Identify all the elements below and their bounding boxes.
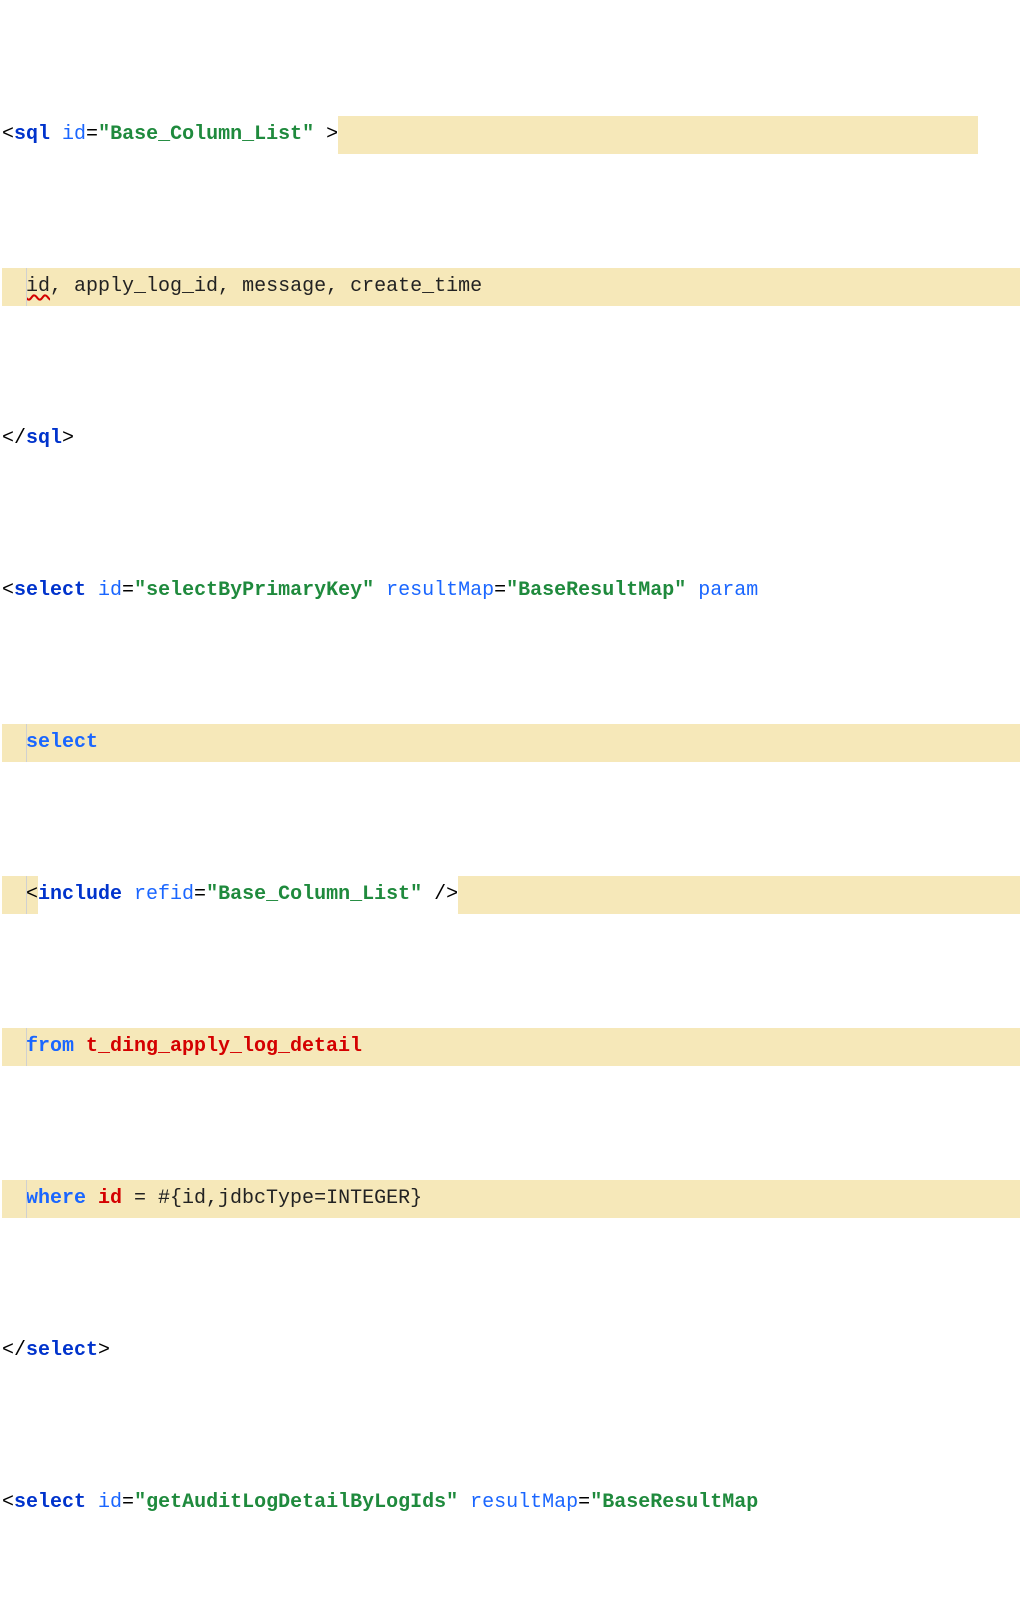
code-line: </sql>: [2, 420, 1020, 458]
code-line: where id = #{id,jdbcType=INTEGER}: [2, 1180, 1020, 1218]
code-editor: <sql id="Base_Column_List" > id, apply_l…: [0, 0, 1020, 1600]
code-line: <sql id="Base_Column_List" >: [2, 116, 1020, 154]
code-line: </select>: [2, 1332, 1020, 1370]
code-line: <select id="selectByPrimaryKey" resultMa…: [2, 572, 1020, 610]
code-line: <select id="getAuditLogDetailByLogIds" r…: [2, 1484, 1020, 1522]
code-line: <include refid="Base_Column_List" />: [2, 876, 1020, 914]
code-line: select: [2, 724, 1020, 762]
code-line: from t_ding_apply_log_detail: [2, 1028, 1020, 1066]
code-line: id, apply_log_id, message, create_time: [2, 268, 1020, 306]
